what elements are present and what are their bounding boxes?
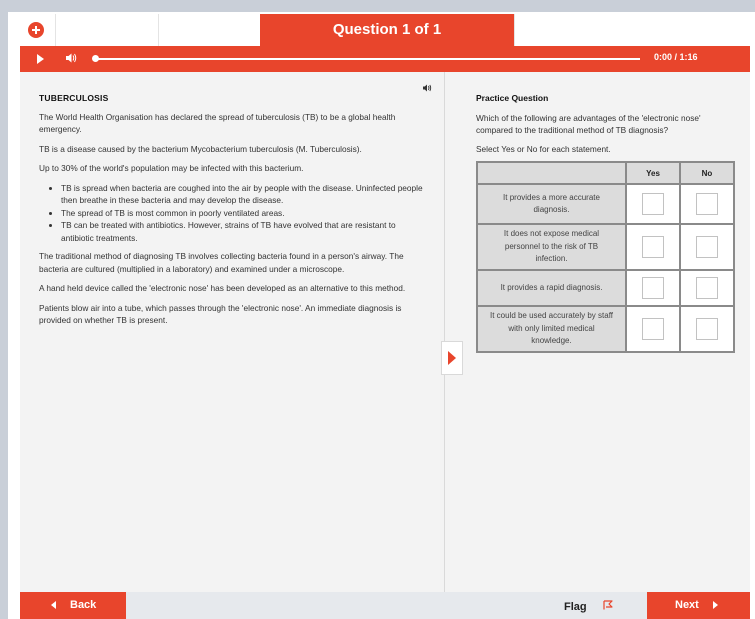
header-divider — [55, 14, 56, 46]
back-label: Back — [70, 599, 97, 611]
passage-paragraph: TB is a disease caused by the bacterium … — [39, 143, 362, 154]
flag-label: Flag — [564, 601, 587, 613]
table-row: It does not expose medical personnel to … — [476, 223, 735, 271]
header-divider — [514, 14, 515, 46]
column-header-no: No — [679, 161, 735, 185]
passage-text: TUBERCULOSIS The World Health Organisati… — [39, 92, 429, 334]
question-prompt: Which of the following are advantages of… — [476, 112, 701, 136]
audio-progress-knob[interactable] — [92, 55, 99, 62]
passage-paragraph: Patients blow air into a tube, which pas… — [39, 302, 402, 326]
no-cell — [679, 269, 735, 307]
yes-checkbox[interactable] — [642, 236, 664, 258]
header-bar: Question 1 of 1 — [20, 14, 750, 47]
statement-cell: It provides a rapid diagnosis. — [476, 269, 627, 307]
yes-cell — [625, 305, 681, 353]
yes-checkbox[interactable] — [642, 318, 664, 340]
yes-cell — [625, 269, 681, 307]
question-title: Practice Question — [476, 93, 549, 103]
passage-bullet: The spread of TB is most common in poorl… — [61, 207, 429, 220]
chevron-right-icon — [713, 601, 718, 609]
no-checkbox[interactable] — [696, 318, 718, 340]
question-pane: Practice Question Which of the following… — [445, 72, 750, 592]
no-checkbox[interactable] — [696, 236, 718, 258]
no-cell — [679, 183, 735, 225]
passage-pane: TUBERCULOSIS The World Health Organisati… — [20, 72, 444, 592]
footer-bar: Back Flag Next — [20, 592, 750, 619]
statement-cell: It could be used accurately by staff wit… — [476, 305, 627, 353]
passage-paragraph: A hand held device called the 'electroni… — [39, 283, 406, 293]
yes-checkbox[interactable] — [642, 193, 664, 215]
passage-bullet: TB is spread when bacteria are coughed i… — [61, 182, 429, 207]
table-header-row: Yes No — [476, 161, 735, 185]
table-row: It could be used accurately by staff wit… — [476, 305, 735, 353]
chevron-left-icon — [51, 601, 56, 609]
table-header-blank — [476, 161, 627, 185]
question-text: Practice Question Which of the following… — [476, 92, 738, 161]
next-button[interactable]: Next — [647, 592, 750, 619]
audio-player: 0:00 / 1:16 — [20, 46, 750, 72]
zoom-in-icon[interactable] — [28, 22, 44, 38]
passage-bullets: TB is spread when bacteria are coughed i… — [39, 182, 429, 245]
play-icon[interactable] — [37, 54, 44, 64]
question-counter: Question 1 of 1 — [260, 14, 514, 46]
no-cell — [679, 223, 735, 271]
statement-cell: It does not expose medical personnel to … — [476, 223, 627, 271]
passage-bullet: TB can be treated with antibiotics. Howe… — [61, 219, 429, 244]
audio-progress-track[interactable] — [96, 58, 640, 60]
passage-heading: TUBERCULOSIS — [39, 93, 109, 103]
no-checkbox[interactable] — [696, 277, 718, 299]
passage-paragraph: The traditional method of diagnosing TB … — [39, 251, 404, 274]
question-instruction: Select Yes or No for each statement. — [476, 143, 611, 154]
passage-paragraph: The World Health Organisation has declar… — [39, 111, 396, 135]
table-row: It provides a more accurate diagnosis. — [476, 183, 735, 225]
expand-arrow-icon[interactable] — [441, 341, 463, 375]
column-header-yes: Yes — [625, 161, 681, 185]
passage-paragraph: Up to 30% of the world's population may … — [39, 163, 304, 173]
yes-cell — [625, 183, 681, 225]
volume-icon[interactable] — [65, 52, 77, 67]
back-button[interactable]: Back — [20, 592, 126, 619]
flag-icon — [603, 600, 613, 610]
table-row: It provides a rapid diagnosis. — [476, 269, 735, 307]
yes-no-table: Yes No It provides a more accurate diagn… — [476, 161, 735, 353]
no-cell — [679, 305, 735, 353]
audio-time: 0:00 / 1:16 — [654, 52, 698, 62]
statement-cell: It provides a more accurate diagnosis. — [476, 183, 627, 225]
yes-cell — [625, 223, 681, 271]
no-checkbox[interactable] — [696, 193, 718, 215]
yes-checkbox[interactable] — [642, 277, 664, 299]
next-label: Next — [675, 599, 699, 611]
header-divider — [158, 14, 159, 46]
